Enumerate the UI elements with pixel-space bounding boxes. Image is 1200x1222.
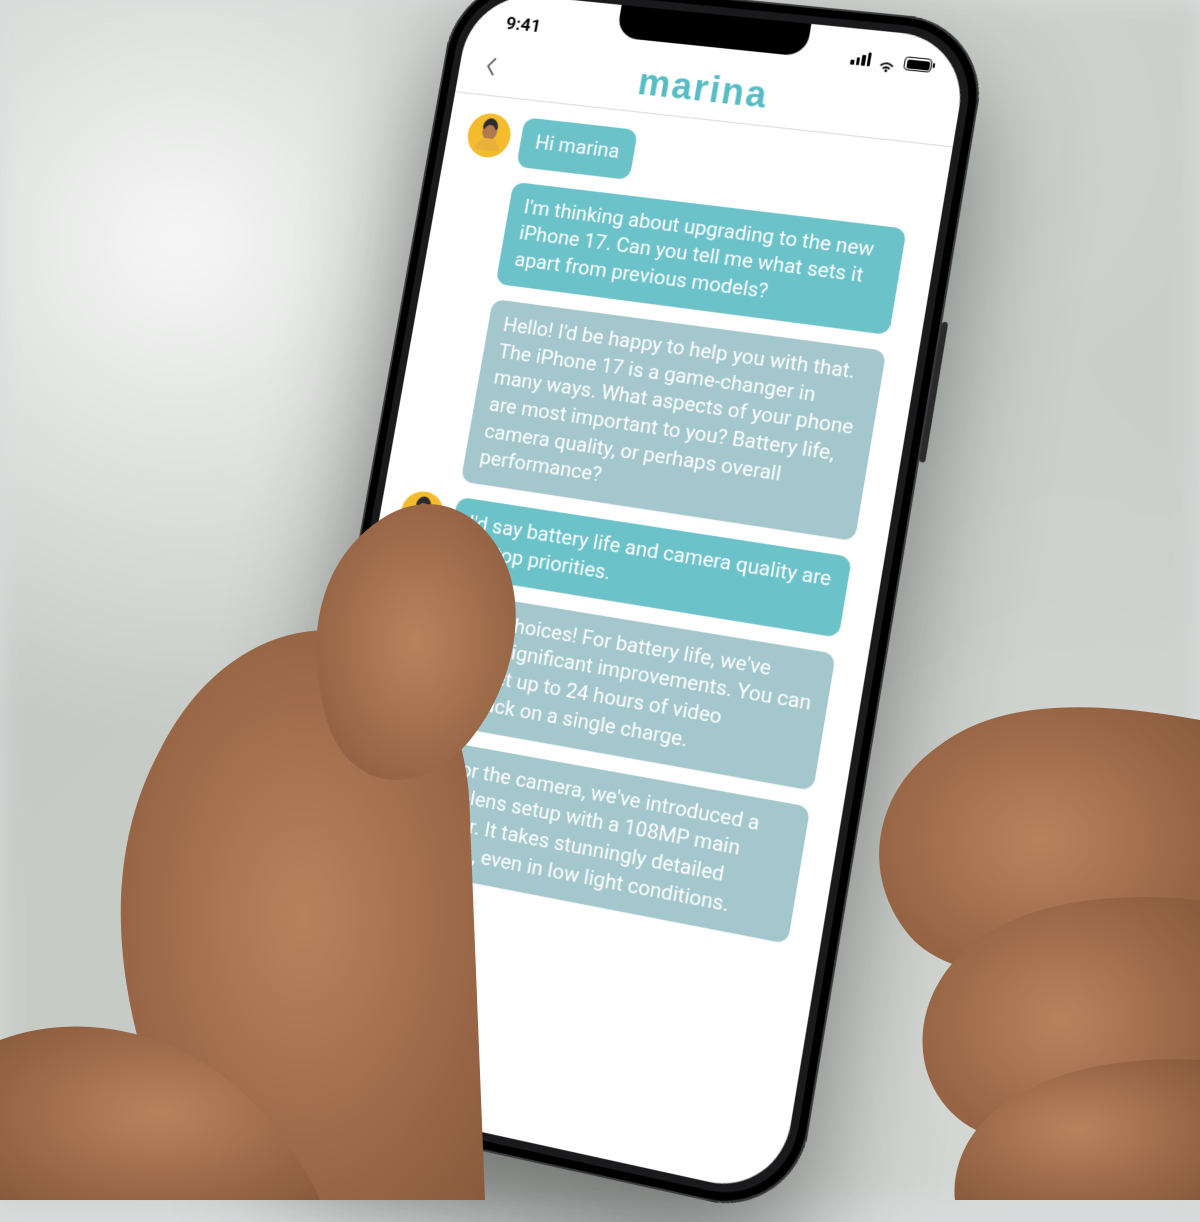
chat-bubble-bot: As for the camera, we've introduced a qu… (393, 736, 811, 944)
chat-bubble-user: Hi marina (516, 117, 638, 179)
chat-thread[interactable]: Hi marina I'm thinking about upgrading t… (313, 92, 953, 991)
phone-frame: 9:41 (258, 0, 991, 1220)
cellular-signal-icon (850, 51, 872, 67)
chevron-left-icon (483, 56, 499, 76)
user-avatar (464, 111, 514, 159)
message-row: As for the camera, we've introduced a qu… (340, 726, 821, 946)
battery-icon (903, 56, 933, 73)
wifi-icon (877, 54, 897, 70)
back-button[interactable] (476, 52, 506, 81)
user-avatar (397, 489, 447, 540)
chat-bubble-bot: Hello! I'd be happy to help you with tha… (461, 299, 887, 541)
phone-screen: 9:41 (278, 0, 971, 1197)
status-time: 9:41 (504, 11, 542, 36)
